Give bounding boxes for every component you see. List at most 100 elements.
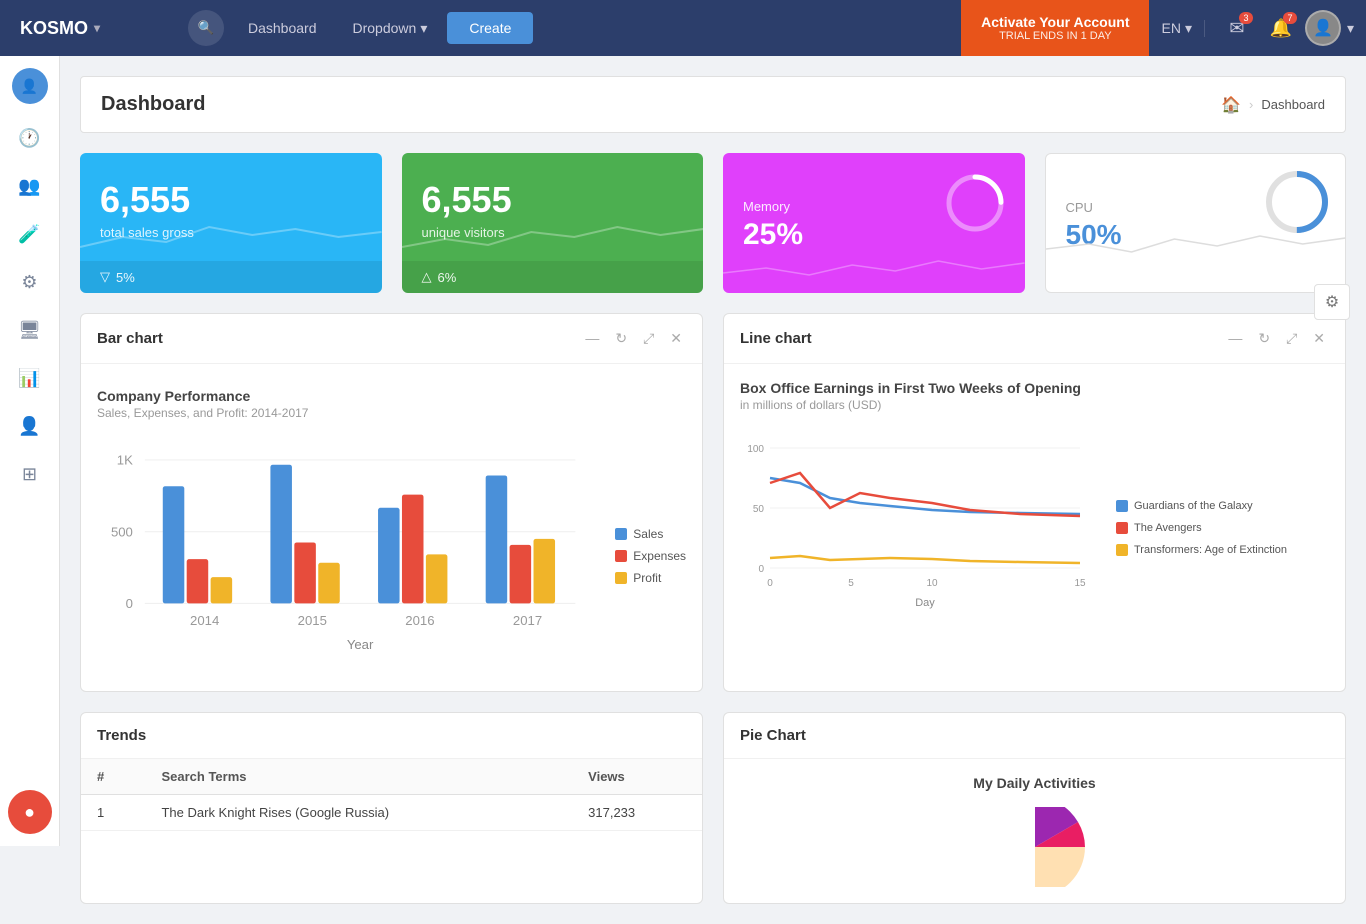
notifications-badge: 3 [1239, 12, 1253, 24]
line-chart-title: Line chart [740, 330, 812, 347]
sliders-icon: ⚙ [21, 272, 37, 293]
chart-body: Company Performance Sales, Expenses, and… [81, 364, 702, 691]
home-icon[interactable]: 🏠 [1221, 95, 1241, 115]
line-chart-area: 100 50 0 0 5 10 15 Day [740, 428, 1329, 628]
pie-chart-card: Pie Chart My Daily Activities [723, 712, 1346, 904]
refresh-icon[interactable]: ↻ [611, 328, 631, 349]
settings-icon[interactable]: ⚙ [1314, 284, 1350, 320]
activate-account-banner[interactable]: Activate Your Account TRIAL ENDS IN 1 DA… [961, 0, 1149, 56]
svg-text:500: 500 [111, 524, 133, 539]
notifications-button[interactable]: ✉ 3 [1217, 8, 1257, 48]
legend-sales-dot [615, 528, 627, 540]
sidebar-item-users[interactable]: 👥 [8, 164, 52, 208]
bar-chart-svg: 1K 500 0 [97, 436, 599, 675]
accent-icon: ● [24, 802, 35, 823]
breadcrumb-separator: › [1249, 97, 1253, 112]
brand-name: KOSMO [20, 18, 88, 39]
line-chart-svg: 100 50 0 0 5 10 15 Day [740, 428, 1100, 628]
monitor-icon: 🖥 [18, 320, 41, 341]
brand-logo[interactable]: KOSMO ▾ [0, 18, 180, 39]
minimize-icon[interactable]: — [1224, 328, 1246, 349]
svg-text:15: 15 [1074, 578, 1086, 589]
line-chart-main-title: Box Office Earnings in First Two Weeks o… [740, 380, 1329, 396]
expand-icon[interactable]: ⤢ [1282, 328, 1301, 349]
svg-text:0: 0 [767, 578, 773, 589]
line-chart-card: Line chart — ↻ ⤢ ✕ Box Office Earnings i… [723, 313, 1346, 692]
bar-chart-title: Bar chart [97, 330, 163, 347]
trends-header: Trends [81, 713, 702, 759]
brand-chevron-icon: ▾ [94, 21, 100, 35]
alerts-button[interactable]: 🔔 7 [1261, 8, 1301, 48]
chart-actions: — ↻ ⤢ ✕ [1224, 328, 1329, 349]
sidebar-item-monitor[interactable]: 🖥 [8, 308, 52, 352]
legend-expenses-dot [615, 550, 627, 562]
stat-cards: 6,555 total sales gross ▽ 5% 6,555 uniqu… [80, 153, 1346, 293]
legend-expenses: Expenses [615, 549, 686, 563]
col-search-terms: Search Terms [145, 759, 572, 795]
svg-text:5: 5 [848, 578, 854, 589]
nav-links: Dashboard Dropdown ▾ Create [232, 0, 961, 56]
sidebar-item-flask[interactable]: 🧪 [8, 212, 52, 256]
bar-chart-card: Bar chart — ↻ ⤢ ✕ Company Performance Sa… [80, 313, 703, 692]
row-views: 317,233 [572, 795, 702, 831]
main-content: Dashboard 🏠 › Dashboard 6,555 total sale… [60, 56, 1366, 924]
svg-text:Year: Year [347, 637, 374, 652]
top-navigation: KOSMO ▾ 🔍 Dashboard Dropdown ▾ Create Ac… [0, 0, 1366, 56]
pie-chart-subtitle: My Daily Activities [973, 775, 1095, 791]
sidebar-item-accent[interactable]: ● [8, 790, 52, 834]
legend-guardians: Guardians of the Galaxy [1116, 500, 1287, 512]
refresh-icon[interactable]: ↻ [1254, 328, 1274, 349]
breadcrumb: 🏠 › Dashboard [1221, 95, 1325, 115]
chart-header: Bar chart — ↻ ⤢ ✕ [81, 314, 702, 364]
grid-icon: ⊞ [22, 464, 37, 485]
sidebar-item-sliders[interactable]: ⚙ [8, 260, 52, 304]
stat-card-footer: ▽ 5% [80, 261, 382, 293]
bar-chart-area: 1K 500 0 [97, 436, 686, 675]
sidebar-item-clock[interactable]: 🕐 [8, 116, 52, 160]
bar-chart-container: Company Performance Sales, Expenses, and… [97, 380, 686, 675]
legend-transformers-dot [1116, 544, 1128, 556]
stat-card-unique-visitors: 6,555 unique visitors △ 6% [402, 153, 704, 293]
svg-text:2017: 2017 [513, 613, 542, 628]
svg-text:10: 10 [926, 578, 938, 589]
col-views: Views [572, 759, 702, 795]
close-icon[interactable]: ✕ [666, 328, 686, 349]
bar-chart-main-title: Company Performance [97, 388, 686, 404]
trends-table: # Search Terms Views 1 The Dark Knight R… [81, 759, 702, 831]
pie-chart-svg [955, 807, 1115, 887]
sidebar-item-grid[interactable]: ⊞ [8, 452, 52, 496]
language-selector[interactable]: EN ▾ [1149, 20, 1204, 37]
minimize-icon[interactable]: — [581, 328, 603, 349]
trends-title: Trends [97, 727, 146, 744]
bar-legend: Sales Expenses Profit [599, 436, 686, 675]
stat-card-memory: Memory 25% [723, 153, 1025, 293]
sidebar: 👤 🕐 👥 🧪 ⚙ 🖥 📊 👤 ⊞ ● [0, 56, 60, 846]
breadcrumb-current: Dashboard [1261, 97, 1325, 112]
user-avatar[interactable]: 👤 [1305, 10, 1341, 46]
close-icon[interactable]: ✕ [1309, 328, 1329, 349]
total-sales-value: 6,555 [100, 179, 362, 221]
chart-row: Bar chart — ↻ ⤢ ✕ Company Performance Sa… [80, 313, 1346, 692]
table-row: 1 The Dark Knight Rises (Google Russia) … [81, 795, 702, 831]
pie-body: My Daily Activities [724, 759, 1345, 903]
nav-dashboard[interactable]: Dashboard [232, 0, 333, 56]
user-icon: 👤 [18, 416, 40, 437]
activate-title: Activate Your Account [981, 14, 1129, 30]
chart-icon: 📊 [18, 368, 40, 389]
sidebar-item-chart[interactable]: 📊 [8, 356, 52, 400]
nav-right-actions: ✉ 3 🔔 7 👤 ▾ [1205, 8, 1366, 48]
svg-text:50: 50 [753, 504, 765, 515]
svg-text:0: 0 [126, 596, 133, 611]
create-button[interactable]: Create [447, 12, 533, 44]
expand-icon[interactable]: ⤢ [639, 328, 658, 349]
nav-dropdown[interactable]: Dropdown ▾ [337, 0, 444, 56]
trend-pct: 6% [438, 270, 457, 285]
bar-chart-subtitle: Sales, Expenses, and Profit: 2014-2017 [97, 406, 686, 420]
sidebar-item-user[interactable]: 👤 [8, 404, 52, 448]
sidebar-avatar[interactable]: 👤 [12, 68, 48, 104]
pie-header: Pie Chart [724, 713, 1345, 759]
dropdown-chevron-icon: ▾ [420, 20, 427, 37]
trends-card: Trends # Search Terms Views 1 The Dark K… [80, 712, 703, 904]
trend-down-icon: ▽ [100, 269, 110, 285]
search-button[interactable]: 🔍 [188, 10, 224, 46]
